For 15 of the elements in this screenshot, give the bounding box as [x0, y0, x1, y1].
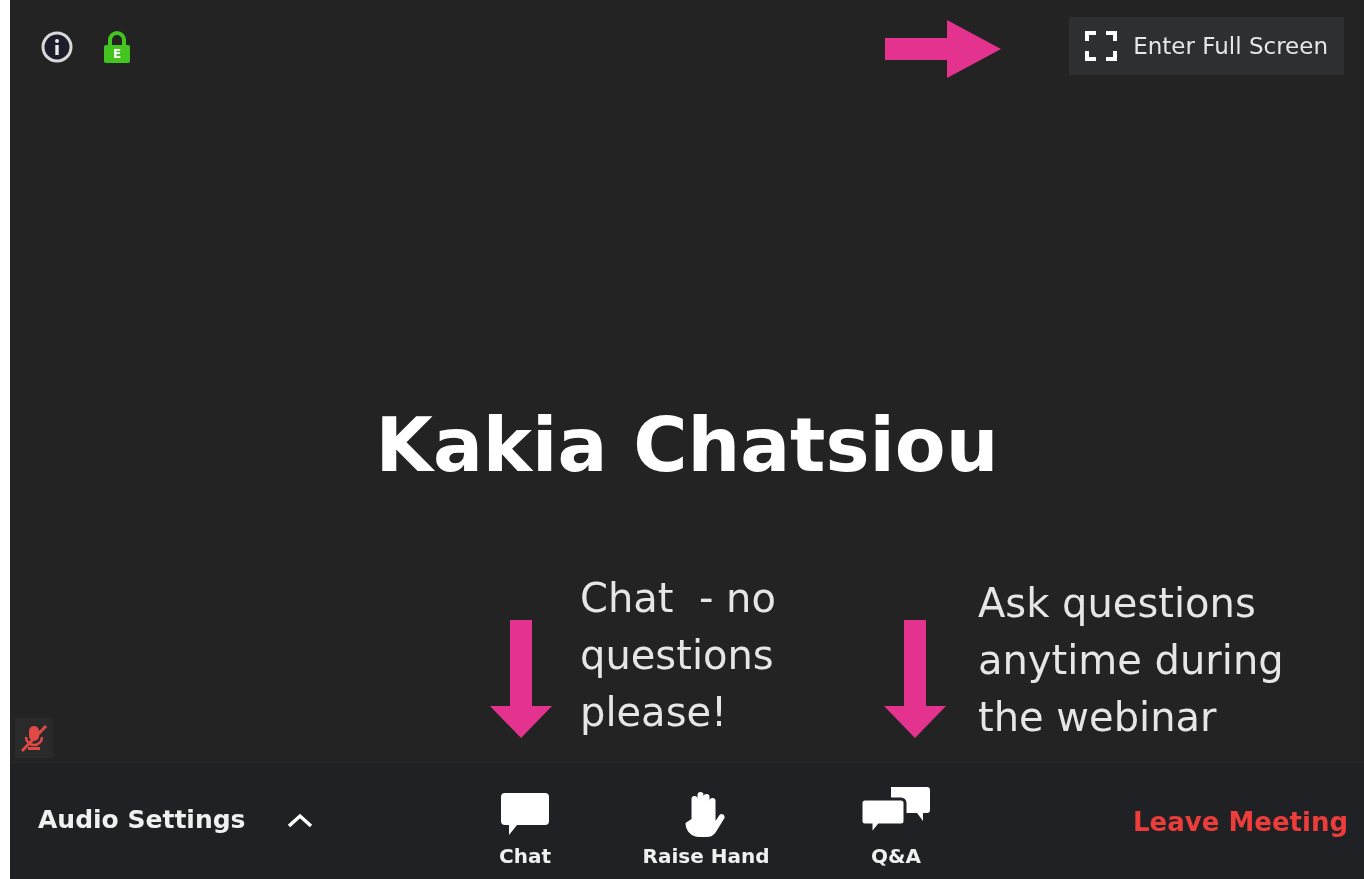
caret-up-icon[interactable] — [285, 811, 314, 828]
toolbar-button[interactable]: Q&A — [861, 773, 931, 869]
raised-hand-icon — [684, 791, 728, 837]
participant-name: Kakia Chatsiou — [374, 401, 1000, 490]
toolbar-button[interactable]: Raise Hand — [642, 773, 770, 869]
leave-meeting-button[interactable]: Leave Meeting — [1133, 803, 1348, 842]
audio-settings-button[interactable]: Audio Settings — [38, 801, 246, 839]
chat-bubble-icon — [499, 791, 551, 837]
muted-microphone-icon[interactable] — [19, 723, 49, 753]
info-icon[interactable] — [40, 30, 74, 64]
enter-full-screen-button[interactable]: Enter Full Screen — [1069, 17, 1344, 75]
fullscreen-icon — [1085, 31, 1118, 61]
toolbar-button[interactable]: Chat — [499, 773, 551, 869]
annotation-text: Ask questions anytime during the webinar — [978, 579, 1284, 742]
annotation-text: Chat - no questions please! — [580, 574, 776, 737]
